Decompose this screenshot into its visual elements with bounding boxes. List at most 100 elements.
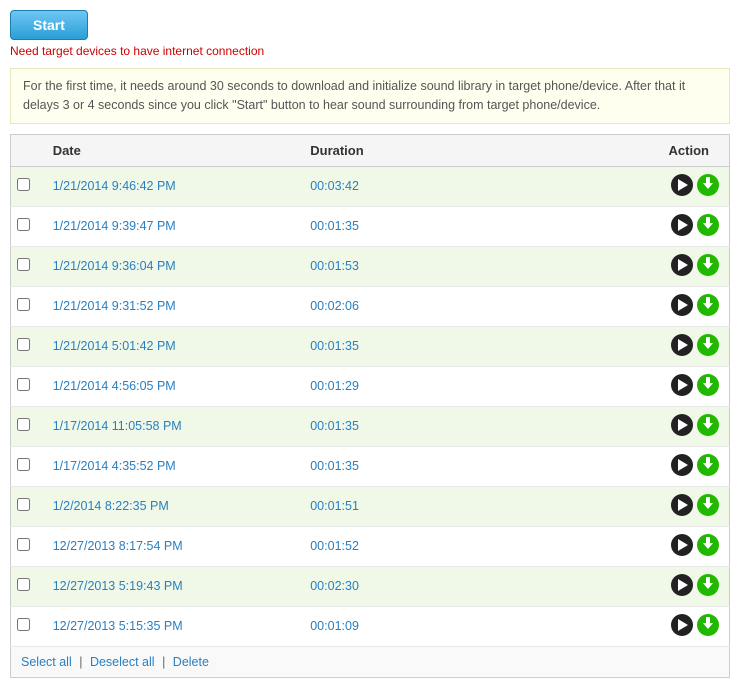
play-icon[interactable] [671, 454, 693, 476]
row-duration: 00:02:06 [300, 286, 600, 326]
row-date: 1/21/2014 9:46:42 PM [43, 166, 301, 206]
play-icon[interactable] [671, 414, 693, 436]
download-icon[interactable] [697, 334, 719, 356]
delete-link[interactable]: Delete [173, 655, 209, 669]
play-icon[interactable] [671, 614, 693, 636]
row-action-cell [601, 286, 730, 326]
table-row: 1/21/2014 9:31:52 PM00:02:06 [11, 286, 730, 326]
download-icon[interactable] [697, 614, 719, 636]
row-checkbox-cell [11, 446, 43, 486]
row-action-cell [601, 566, 730, 606]
row-checkbox[interactable] [17, 378, 30, 391]
table-row: 12/27/2013 5:15:35 PM00:01:09 [11, 606, 730, 646]
row-checkbox[interactable] [17, 458, 30, 471]
row-duration: 00:01:29 [300, 366, 600, 406]
header-action: Action [601, 134, 730, 166]
play-icon[interactable] [671, 494, 693, 516]
row-checkbox[interactable] [17, 418, 30, 431]
header-date: Date [43, 134, 301, 166]
row-duration: 00:01:52 [300, 526, 600, 566]
action-icons [671, 254, 719, 276]
row-checkbox[interactable] [17, 498, 30, 511]
play-icon[interactable] [671, 174, 693, 196]
action-icons [671, 574, 719, 596]
play-icon[interactable] [671, 254, 693, 276]
start-button[interactable]: Start [10, 10, 88, 40]
download-icon[interactable] [697, 214, 719, 236]
download-icon[interactable] [697, 494, 719, 516]
action-icons [671, 374, 719, 396]
row-checkbox-cell [11, 246, 43, 286]
table-row: 1/21/2014 4:56:05 PM00:01:29 [11, 366, 730, 406]
play-icon[interactable] [671, 214, 693, 236]
row-checkbox[interactable] [17, 618, 30, 631]
warning-text: Need target devices to have internet con… [10, 44, 730, 58]
row-checkbox[interactable] [17, 298, 30, 311]
table-row: 1/21/2014 9:39:47 PM00:01:35 [11, 206, 730, 246]
row-action-cell [601, 366, 730, 406]
row-duration: 00:01:35 [300, 206, 600, 246]
download-icon[interactable] [697, 414, 719, 436]
row-checkbox[interactable] [17, 218, 30, 231]
row-checkbox-cell [11, 566, 43, 606]
row-checkbox[interactable] [17, 338, 30, 351]
footer-links: Select all | Deselect all | Delete [10, 647, 730, 678]
row-duration: 00:01:53 [300, 246, 600, 286]
table-header-row: Date Duration Action [11, 134, 730, 166]
row-checkbox[interactable] [17, 258, 30, 271]
action-icons [671, 494, 719, 516]
download-icon[interactable] [697, 374, 719, 396]
row-date: 1/21/2014 5:01:42 PM [43, 326, 301, 366]
row-date: 12/27/2013 5:15:35 PM [43, 606, 301, 646]
action-icons [671, 174, 719, 196]
row-duration: 00:01:35 [300, 446, 600, 486]
download-icon[interactable] [697, 294, 719, 316]
row-date: 1/21/2014 9:36:04 PM [43, 246, 301, 286]
row-duration: 00:01:35 [300, 326, 600, 366]
table-row: 1/21/2014 5:01:42 PM00:01:35 [11, 326, 730, 366]
select-all-link[interactable]: Select all [21, 655, 72, 669]
table-row: 12/27/2013 8:17:54 PM00:01:52 [11, 526, 730, 566]
download-icon[interactable] [697, 574, 719, 596]
download-icon[interactable] [697, 454, 719, 476]
play-icon[interactable] [671, 294, 693, 316]
play-icon[interactable] [671, 334, 693, 356]
row-date: 1/21/2014 9:39:47 PM [43, 206, 301, 246]
action-icons [671, 534, 719, 556]
download-icon[interactable] [697, 254, 719, 276]
deselect-all-link[interactable]: Deselect all [90, 655, 155, 669]
row-checkbox-cell [11, 366, 43, 406]
row-action-cell [601, 526, 730, 566]
separator-1: | [79, 655, 82, 669]
action-icons [671, 614, 719, 636]
download-icon[interactable] [697, 534, 719, 556]
row-duration: 00:02:30 [300, 566, 600, 606]
action-icons [671, 454, 719, 476]
row-action-cell [601, 486, 730, 526]
row-date: 1/21/2014 4:56:05 PM [43, 366, 301, 406]
row-checkbox-cell [11, 406, 43, 446]
row-date: 12/27/2013 8:17:54 PM [43, 526, 301, 566]
play-icon[interactable] [671, 374, 693, 396]
action-icons [671, 214, 719, 236]
row-checkbox[interactable] [17, 178, 30, 191]
row-duration: 00:01:09 [300, 606, 600, 646]
row-duration: 00:03:42 [300, 166, 600, 206]
download-icon[interactable] [697, 174, 719, 196]
recordings-table: Date Duration Action 1/21/2014 9:46:42 P… [10, 134, 730, 647]
play-icon[interactable] [671, 574, 693, 596]
row-action-cell [601, 406, 730, 446]
row-checkbox-cell [11, 606, 43, 646]
row-checkbox[interactable] [17, 538, 30, 551]
row-checkbox-cell [11, 526, 43, 566]
play-icon[interactable] [671, 534, 693, 556]
row-date: 12/27/2013 5:19:43 PM [43, 566, 301, 606]
row-action-cell [601, 206, 730, 246]
row-action-cell [601, 326, 730, 366]
separator-2: | [162, 655, 165, 669]
row-checkbox[interactable] [17, 578, 30, 591]
row-date: 1/17/2014 11:05:58 PM [43, 406, 301, 446]
row-checkbox-cell [11, 326, 43, 366]
row-action-cell [601, 446, 730, 486]
action-icons [671, 414, 719, 436]
